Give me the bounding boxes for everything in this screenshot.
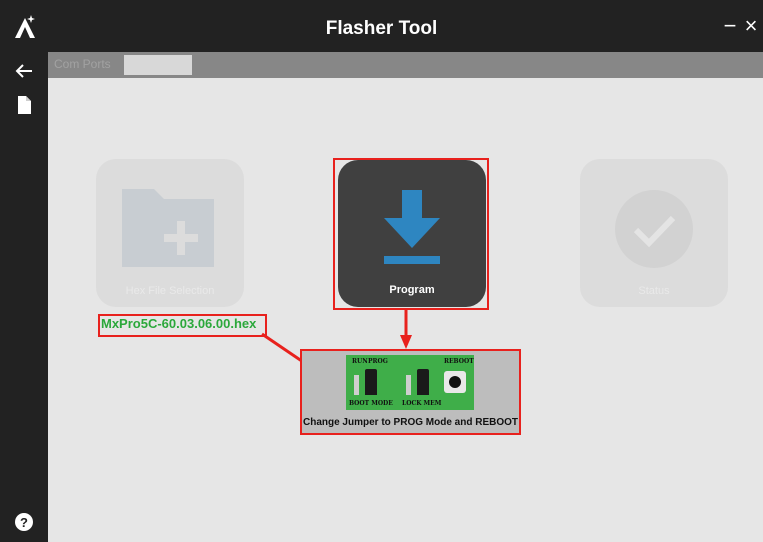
lock-mem-label: LOCK MEM	[402, 400, 442, 407]
run-label: RUN	[352, 358, 368, 365]
boot-mode-jumper	[365, 369, 377, 395]
reboot-button-graphic	[444, 371, 466, 393]
annotation-arrows	[261, 310, 412, 378]
boot-mode-pin	[354, 375, 359, 395]
prog-label: PROG	[368, 358, 388, 365]
jumper-board-image: RUN PROG REBOOT BOOT MODE LOCK MEM	[346, 355, 474, 410]
boot-mode-label: BOOT MODE	[349, 400, 393, 407]
jumper-instruction-panel: RUN PROG REBOOT BOOT MODE LOCK MEM Chang…	[302, 351, 519, 433]
lock-mem-pin	[406, 375, 411, 395]
instruction-text: Change Jumper to PROG Mode and REBOOT	[302, 417, 518, 428]
lock-mem-jumper	[417, 369, 429, 395]
reboot-label: REBOOT	[444, 358, 474, 365]
